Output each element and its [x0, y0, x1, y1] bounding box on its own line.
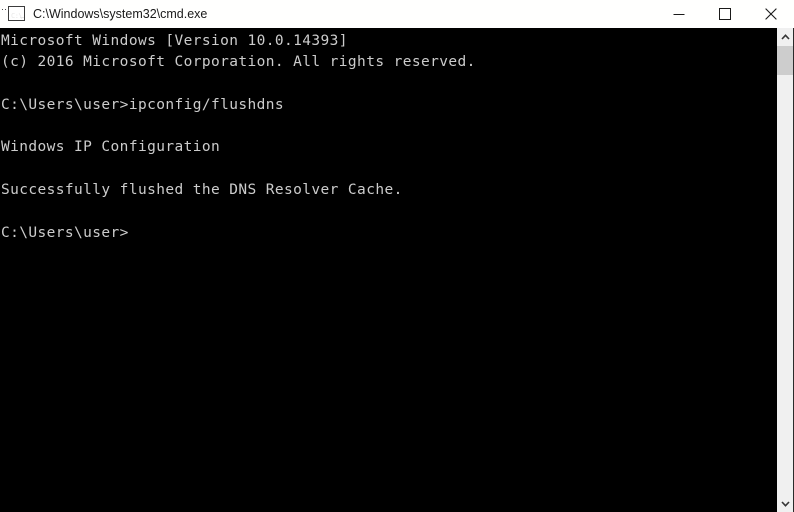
console-line: (c) 2016 Microsoft Corporation. All righ… [1, 54, 476, 71]
close-icon [765, 7, 777, 20]
console-line-blank [1, 201, 777, 222]
cmd-icon-caret [20, 17, 24, 18]
cmd-icon-prompt-text: C:\ [11, 12, 23, 20]
chevron-down-icon [780, 500, 790, 507]
minimize-button[interactable] [656, 0, 702, 28]
scrollbar-up-button[interactable] [777, 28, 793, 45]
console-line-blank [1, 116, 777, 137]
console-line-prompt: C:\Users\user> [1, 224, 129, 241]
scrollbar-down-button[interactable] [777, 495, 793, 512]
console-line-blank [1, 159, 777, 180]
window-controls [656, 0, 794, 28]
title-bar-left: C:\ C:\Windows\system32\cmd.exe [0, 6, 656, 22]
cmd-window: C:\ C:\Windows\system32\cmd.exe Microsof… [0, 0, 794, 512]
scrollbar-thumb[interactable] [777, 46, 793, 75]
close-button[interactable] [748, 0, 794, 28]
window-title: C:\Windows\system32\cmd.exe [33, 6, 208, 21]
vertical-scrollbar[interactable] [777, 28, 793, 512]
console-line-command: C:\Users\user>ipconfig/flushdns [1, 96, 285, 113]
console-text: Microsoft Windows [Version 10.0.14393] (c… [0, 28, 777, 244]
chevron-up-icon [780, 33, 790, 40]
maximize-icon [719, 7, 731, 20]
console-line-blank [1, 74, 777, 95]
console-line: Successfully flushed the DNS Resolver Ca… [1, 182, 403, 199]
cmd-console-icon: C:\ [2, 6, 25, 21]
title-bar[interactable]: C:\ C:\Windows\system32\cmd.exe [0, 0, 794, 28]
maximize-button[interactable] [702, 0, 748, 28]
console-line: Windows IP Configuration [1, 139, 221, 156]
console-line: Microsoft Windows [Version 10.0.14393] [1, 33, 348, 49]
minimize-icon [673, 13, 685, 15]
console-output-area[interactable]: Microsoft Windows [Version 10.0.14393] (c… [0, 28, 777, 512]
scrollbar-track[interactable] [777, 75, 793, 495]
